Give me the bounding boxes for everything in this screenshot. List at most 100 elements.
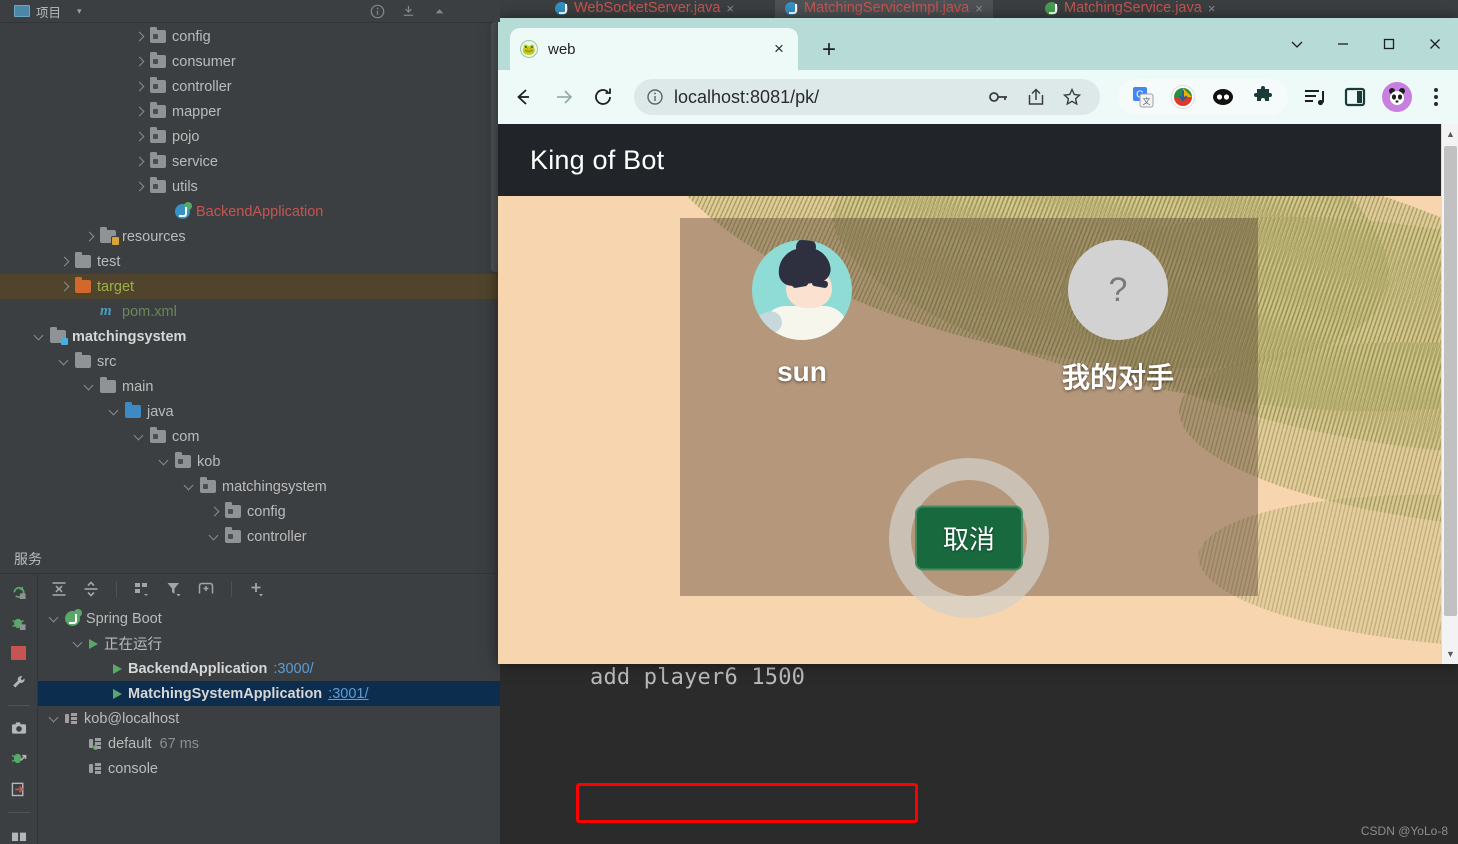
service-row[interactable]: console	[38, 756, 500, 781]
tree-row[interactable]: kob	[0, 449, 500, 474]
info-circle-icon[interactable]	[646, 88, 664, 106]
chevron-down-icon[interactable]	[48, 712, 61, 725]
chevron-right-icon[interactable]	[133, 55, 146, 68]
scroll-up-arrow[interactable]: ▲	[1442, 124, 1458, 144]
group-by-icon[interactable]	[133, 580, 151, 598]
puzzle-extensions-icon[interactable]	[1250, 84, 1276, 110]
service-row[interactable]: kob@localhost	[38, 706, 500, 731]
chevron-down-icon[interactable]	[72, 637, 85, 650]
service-port-link[interactable]: :3000/	[273, 661, 313, 677]
chevron-right-icon[interactable]	[58, 255, 71, 268]
tree-row[interactable]: mapper	[0, 99, 500, 124]
chevron-right-icon[interactable]	[133, 130, 146, 143]
page-scrollbar[interactable]: ▲ ▼	[1441, 124, 1458, 664]
chevron-right-icon[interactable]	[83, 230, 96, 243]
editor-tab-matchingservice[interactable]: MatchingService.java ×	[1035, 0, 1225, 20]
service-row[interactable]: Spring Boot	[38, 606, 500, 631]
chevron-down-icon[interactable]: ▾	[77, 6, 82, 17]
minimize-icon[interactable]	[1320, 18, 1366, 70]
filter-icon[interactable]	[165, 580, 183, 598]
reload-button[interactable]	[590, 84, 616, 110]
three-dot-menu-icon[interactable]	[1426, 88, 1446, 106]
browser-tab-web[interactable]: 🐸 web ×	[510, 28, 798, 70]
chevron-down-icon[interactable]	[1274, 18, 1320, 70]
google-translate-icon[interactable]: G 文	[1130, 84, 1156, 110]
bookmark-star-icon[interactable]	[1062, 87, 1082, 107]
reading-list-icon[interactable]	[1302, 84, 1328, 110]
tree-row[interactable]: m pom.xml	[0, 299, 500, 324]
service-row[interactable]: 正在运行	[38, 631, 500, 656]
tree-row[interactable]: pojo	[0, 124, 500, 149]
chevron-down-icon[interactable]	[83, 380, 96, 393]
chevron-right-icon[interactable]	[133, 105, 146, 118]
layout-icon[interactable]	[10, 827, 28, 844]
chevron-down-icon[interactable]	[183, 480, 196, 493]
cancel-button[interactable]: 取消	[914, 505, 1024, 571]
chevron-right-icon[interactable]	[133, 180, 146, 193]
tree-row[interactable]: controller	[0, 524, 500, 544]
tree-row[interactable]: consumer	[0, 49, 500, 74]
address-bar[interactable]: localhost:8081/pk/	[634, 79, 1100, 115]
idm-icon[interactable]	[1170, 84, 1196, 110]
collapse-all-icon[interactable]	[82, 580, 100, 598]
tree-row[interactable]: resources	[0, 224, 500, 249]
back-button[interactable]	[510, 84, 536, 110]
close-icon[interactable]: ×	[975, 1, 983, 16]
tree-row[interactable]: matchingsystem	[0, 474, 500, 499]
chevron-down-icon[interactable]	[48, 612, 61, 625]
tree-row[interactable]: target	[0, 274, 500, 299]
close-icon[interactable]: ×	[1208, 1, 1216, 16]
editor-tab-matchingserviceimpl[interactable]: MatchingServiceImpl.java ×	[775, 0, 993, 20]
chevron-down-icon[interactable]	[158, 455, 171, 468]
tree-row[interactable]: matchingsystem	[0, 324, 500, 349]
settings-wrench-icon[interactable]	[10, 674, 28, 691]
login-icon[interactable]	[10, 781, 28, 798]
chevron-right-icon[interactable]	[133, 80, 146, 93]
close-icon[interactable]	[1412, 18, 1458, 70]
chevron-right-icon[interactable]	[58, 280, 71, 293]
new-tab-button[interactable]: +	[816, 38, 842, 64]
tree-row[interactable]: BackendApplication	[0, 199, 500, 224]
service-port-link[interactable]: :3001/	[328, 686, 368, 702]
project-tree[interactable]: config consumer controller mapper pojo servic…	[0, 22, 500, 544]
side-panel-icon[interactable]	[1342, 84, 1368, 110]
add-icon[interactable]	[248, 580, 266, 598]
stop-icon[interactable]	[11, 645, 26, 660]
chevron-right-icon[interactable]	[133, 155, 146, 168]
close-icon[interactable]: ×	[726, 1, 734, 16]
tree-row[interactable]: config	[0, 499, 500, 524]
debug-icon[interactable]	[10, 615, 28, 632]
chevron-right-icon[interactable]	[133, 30, 146, 43]
key-icon[interactable]	[988, 87, 1010, 107]
maximize-icon[interactable]	[1366, 18, 1412, 70]
rerun-icon[interactable]	[10, 584, 28, 601]
chevron-down-icon[interactable]	[58, 355, 71, 368]
service-row[interactable]: BackendApplication:3000/	[38, 656, 500, 681]
scrollbar-thumb[interactable]	[1444, 146, 1457, 616]
chevron-down-icon[interactable]	[208, 530, 221, 543]
panda-avatar[interactable]	[1382, 82, 1412, 112]
camera-icon[interactable]	[10, 720, 28, 737]
editor-tab-websocketserver[interactable]: WebSocketServer.java ×	[545, 0, 744, 20]
url-text[interactable]: localhost:8081/pk/	[674, 87, 978, 108]
chevron-down-icon[interactable]	[133, 430, 146, 443]
tree-row[interactable]: com	[0, 424, 500, 449]
service-row[interactable]: default 67 ms	[38, 731, 500, 756]
chevron-down-icon[interactable]	[33, 330, 46, 343]
hide-panel-icon[interactable]	[432, 4, 447, 19]
tree-row[interactable]: utils	[0, 174, 500, 199]
expand-all-icon[interactable]	[50, 580, 68, 598]
close-icon[interactable]: ×	[770, 39, 788, 59]
forward-button[interactable]	[550, 84, 576, 110]
scroll-down-arrow[interactable]: ▼	[1442, 644, 1458, 664]
share-icon[interactable]	[1026, 87, 1046, 107]
tree-row[interactable]: config	[0, 24, 500, 49]
service-row[interactable]: MatchingSystemApplication:3001/	[38, 681, 500, 706]
info-circle-icon[interactable]	[370, 4, 385, 19]
services-tree[interactable]: Spring Boot 正在运行 BackendApplication:3000/M…	[38, 606, 500, 844]
tree-row[interactable]: test	[0, 249, 500, 274]
tree-row[interactable]: controller	[0, 74, 500, 99]
tree-row[interactable]: service	[0, 149, 500, 174]
tree-row[interactable]: src	[0, 349, 500, 374]
debug-attach-icon[interactable]	[10, 750, 28, 767]
